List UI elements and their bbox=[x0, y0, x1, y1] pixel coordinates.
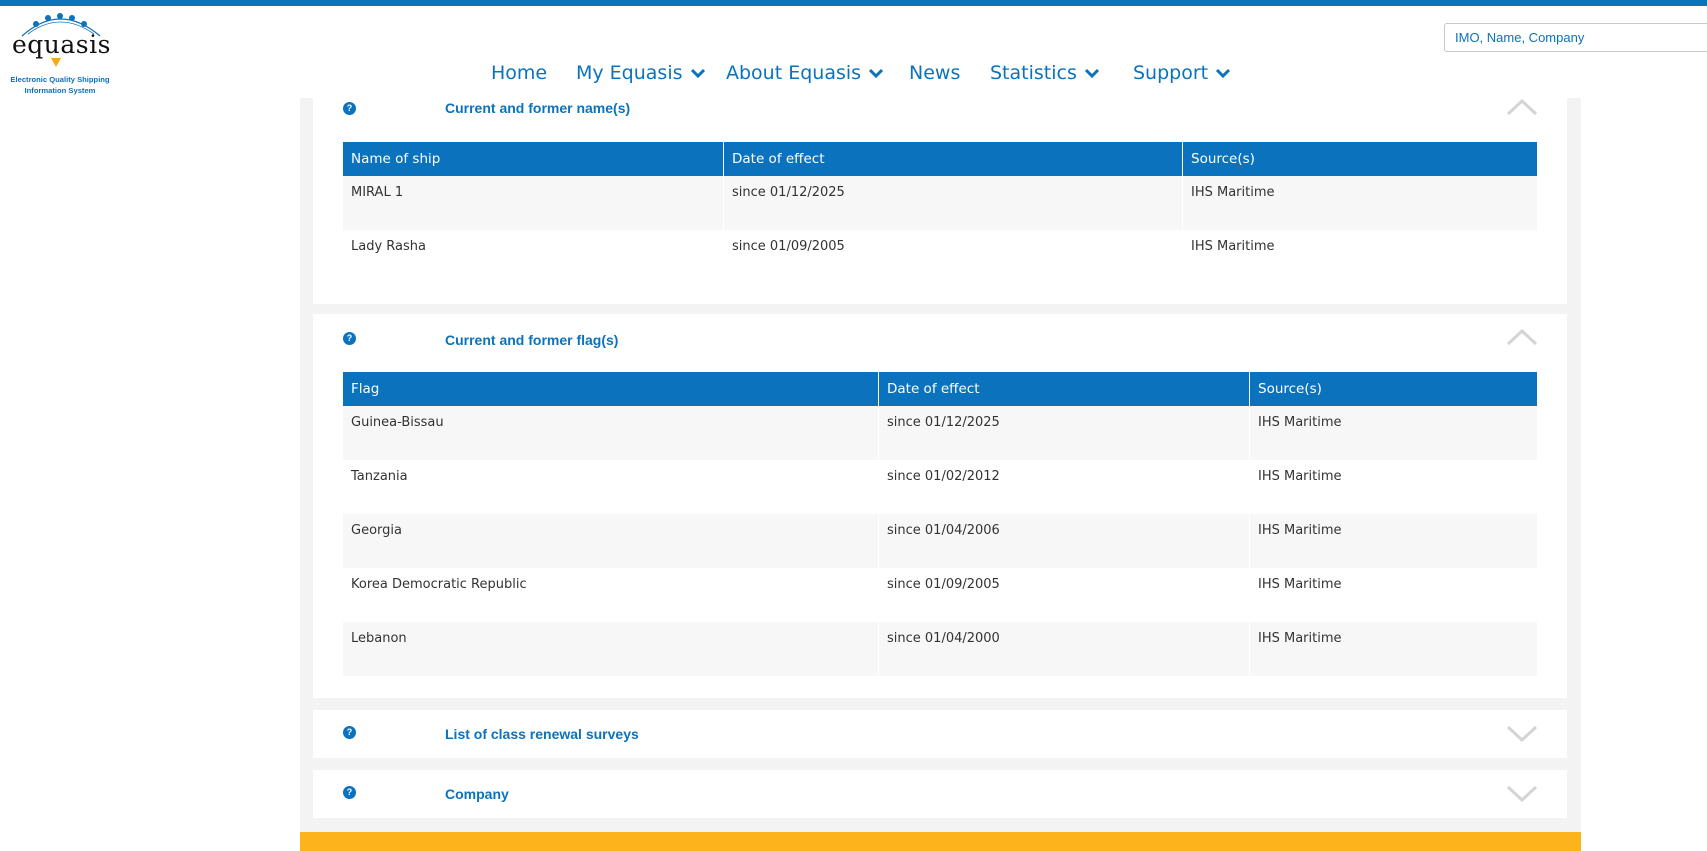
column-header: Name of ship bbox=[343, 142, 724, 176]
column-header: Source(s) bbox=[1249, 372, 1537, 406]
help-icon[interactable]: ? bbox=[343, 726, 356, 739]
date-cell: since 01/09/2005 bbox=[878, 568, 1250, 622]
chevron-up-icon[interactable] bbox=[1506, 328, 1538, 346]
footer-accent-bar bbox=[300, 832, 1581, 851]
table-row: Guinea-Bissau since 01/12/2025 IHS Marit… bbox=[343, 406, 1537, 460]
table-header-row: Flag Date of effect Source(s) bbox=[343, 372, 1537, 406]
chevron-down-icon bbox=[1216, 68, 1231, 78]
nav-news-label: News bbox=[909, 62, 961, 84]
nav-home-label: Home bbox=[491, 62, 548, 84]
main-nav: Home My Equasis About Equasis News Stati… bbox=[0, 62, 1707, 88]
search-input[interactable] bbox=[1444, 23, 1707, 52]
top-accent-bar bbox=[0, 0, 1707, 6]
help-icon[interactable]: ? bbox=[343, 332, 356, 345]
company-section-title[interactable]: Company bbox=[445, 786, 509, 802]
date-cell: since 01/04/2000 bbox=[878, 622, 1250, 676]
column-header: Flag bbox=[343, 372, 879, 406]
nav-my-equasis-label: My Equasis bbox=[576, 62, 683, 84]
flag-cell: Lebanon bbox=[343, 622, 879, 676]
source-cell: IHS Maritime bbox=[1249, 406, 1537, 460]
nav-support[interactable]: Support bbox=[1133, 62, 1231, 84]
source-cell: IHS Maritime bbox=[1249, 568, 1537, 622]
table-row: Korea Democratic Republic since 01/09/20… bbox=[343, 568, 1537, 622]
chevron-down-icon bbox=[1084, 68, 1099, 78]
table-row: Lady Rasha since 01/09/2005 IHS Maritime bbox=[343, 230, 1537, 284]
nav-my-equasis[interactable]: My Equasis bbox=[576, 62, 706, 84]
class-surveys-section-title[interactable]: List of class renewal surveys bbox=[445, 726, 639, 742]
ship-name-cell: MIRAL 1 bbox=[343, 176, 724, 230]
names-table: Name of ship Date of effect Source(s) MI… bbox=[343, 142, 1537, 284]
source-cell: IHS Maritime bbox=[1249, 460, 1537, 514]
date-cell: since 01/02/2012 bbox=[878, 460, 1250, 514]
table-row: Lebanon since 01/04/2000 IHS Maritime bbox=[343, 622, 1537, 676]
chevron-down-icon bbox=[868, 68, 884, 78]
source-cell: IHS Maritime bbox=[1182, 176, 1537, 230]
source-cell: IHS Maritime bbox=[1249, 622, 1537, 676]
nav-statistics-label: Statistics bbox=[990, 62, 1077, 84]
table-row: Tanzania since 01/02/2012 IHS Maritime bbox=[343, 460, 1537, 514]
flag-cell: Korea Democratic Republic bbox=[343, 568, 879, 622]
nav-home[interactable]: Home bbox=[491, 62, 547, 84]
column-header: Date of effect bbox=[723, 142, 1183, 176]
nav-support-label: Support bbox=[1133, 62, 1209, 84]
flag-cell: Georgia bbox=[343, 514, 879, 568]
date-cell: since 01/04/2006 bbox=[878, 514, 1250, 568]
class-surveys-panel[interactable]: ? List of class renewal surveys bbox=[313, 710, 1567, 758]
flags-panel: ? Current and former flag(s) Flag Date o… bbox=[313, 314, 1567, 698]
source-cell: IHS Maritime bbox=[1182, 230, 1537, 284]
chevron-down-icon[interactable] bbox=[1506, 784, 1538, 802]
flags-section-title[interactable]: Current and former flag(s) bbox=[445, 332, 618, 348]
column-header: Date of effect bbox=[878, 372, 1250, 406]
chevron-down-icon bbox=[690, 68, 705, 78]
nav-about-equasis[interactable]: About Equasis bbox=[726, 62, 884, 84]
nav-statistics[interactable]: Statistics bbox=[990, 62, 1100, 84]
date-cell: since 01/12/2025 bbox=[878, 406, 1250, 460]
table-row: MIRAL 1 since 01/12/2025 IHS Maritime bbox=[343, 176, 1537, 230]
source-cell: IHS Maritime bbox=[1249, 514, 1537, 568]
column-header: Source(s) bbox=[1182, 142, 1537, 176]
help-icon[interactable]: ? bbox=[343, 786, 356, 799]
flags-table: Flag Date of effect Source(s) Guinea-Bis… bbox=[343, 372, 1537, 676]
names-panel: ? Current and former name(s) Name of shi… bbox=[313, 98, 1567, 304]
help-icon[interactable]: ? bbox=[343, 102, 356, 115]
flag-cell: Tanzania bbox=[343, 460, 879, 514]
chevron-down-icon[interactable] bbox=[1506, 724, 1538, 742]
names-section-title[interactable]: Current and former name(s) bbox=[445, 100, 630, 116]
ship-name-cell: Lady Rasha bbox=[343, 230, 724, 284]
company-panel[interactable]: ? Company bbox=[313, 770, 1567, 818]
table-row: Georgia since 01/04/2006 IHS Maritime bbox=[343, 514, 1537, 568]
table-header-row: Name of ship Date of effect Source(s) bbox=[343, 142, 1537, 176]
nav-about-equasis-label: About Equasis bbox=[726, 62, 862, 84]
chevron-up-icon[interactable] bbox=[1506, 98, 1538, 116]
flag-cell: Guinea-Bissau bbox=[343, 406, 879, 460]
ship-details-content: ? Current and former name(s) Name of shi… bbox=[300, 98, 1581, 851]
nav-news[interactable]: News bbox=[909, 62, 960, 84]
logo-wordmark: equasis bbox=[12, 30, 111, 59]
date-cell: since 01/12/2025 bbox=[723, 176, 1183, 230]
date-cell: since 01/09/2005 bbox=[723, 230, 1183, 284]
